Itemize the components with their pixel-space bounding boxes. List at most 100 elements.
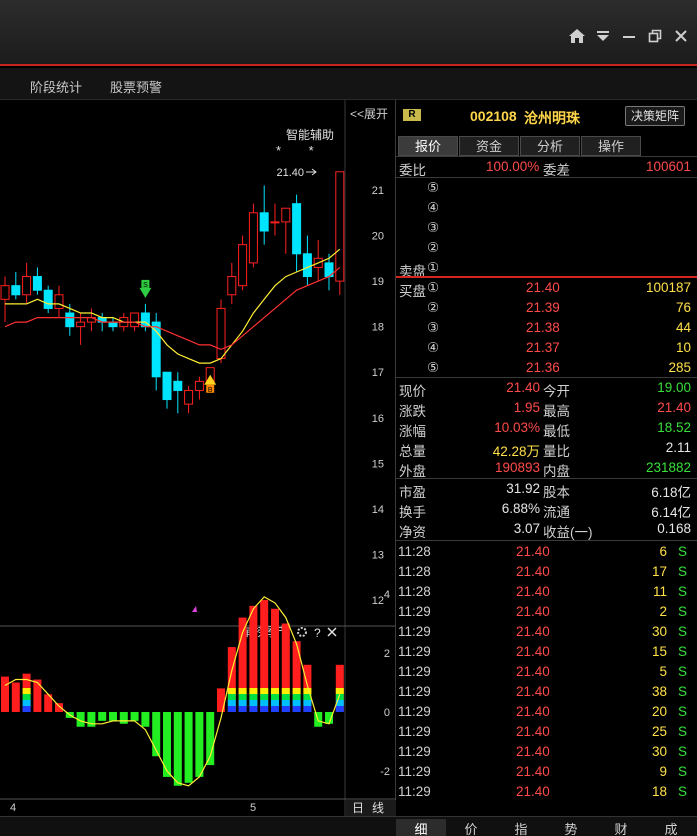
tick-volume: 25 xyxy=(651,724,667,739)
candle-body xyxy=(130,312,140,328)
finance-row: 净资 3.07 收益(一) 0.168 xyxy=(396,519,697,540)
decision-matrix-button[interactable]: 决策矩阵 xyxy=(625,106,685,126)
stat-value: 10.03% xyxy=(494,420,540,435)
sell-level-number: ① xyxy=(427,260,440,275)
tab-finance[interactable]: 财 xyxy=(596,819,646,836)
window-controls xyxy=(567,26,691,46)
buy-level-row: ④ 21.37 10 xyxy=(396,338,697,358)
tab-index[interactable]: 指 xyxy=(496,819,546,836)
candle-body xyxy=(238,244,248,287)
price-axis-label: 15 xyxy=(372,458,384,470)
indicator-bar-band xyxy=(238,706,247,712)
tab-quote[interactable]: 报价 xyxy=(398,136,458,156)
minimize-icon[interactable] xyxy=(619,26,639,46)
price-axis-label: 12 xyxy=(372,595,384,607)
tab-detail[interactable]: 细 xyxy=(396,819,446,836)
period-button-day[interactable]: 日 xyxy=(352,801,364,815)
stock-header: R 002108 沧州明珠 决策矩阵 xyxy=(396,100,697,130)
menu-item-stage-stats[interactable]: 阶段统计 xyxy=(30,77,82,96)
candle-body xyxy=(184,389,194,405)
close-icon[interactable] xyxy=(671,26,691,46)
tab-trend[interactable]: 势 xyxy=(546,819,596,836)
candle-body xyxy=(0,285,10,300)
indicator-bar-band xyxy=(271,700,279,706)
buy-level-row: ③ 21.38 44 xyxy=(396,318,697,338)
panel-tabs: 报价 资金 分析 操作 xyxy=(398,136,642,156)
sell-signal-arrow-icon xyxy=(139,287,152,298)
indicator-bar-down xyxy=(141,712,150,727)
tick-price: 21.40 xyxy=(516,564,550,579)
tick-row[interactable]: 11:28 21.40 17 S xyxy=(396,562,697,582)
tick-time: 11:29 xyxy=(398,704,431,719)
tick-volume: 18 xyxy=(651,784,667,799)
tick-row[interactable]: 11:29 21.40 38 S xyxy=(396,682,697,702)
tick-row[interactable]: 11:29 21.40 20 S xyxy=(396,702,697,722)
tick-price: 21.40 xyxy=(516,744,550,759)
gear-icon[interactable] xyxy=(297,627,307,637)
tick-time: 11:29 xyxy=(398,664,431,679)
menu-bar: 阶段统计 股票预警 xyxy=(0,68,697,100)
tick-row[interactable]: 11:28 21.40 6 S xyxy=(396,542,697,562)
tick-side: S xyxy=(677,544,687,559)
buy-level-number: ① xyxy=(427,280,440,295)
dropdown-icon[interactable] xyxy=(593,26,613,46)
indicator-bar-band xyxy=(249,694,258,700)
period-button-line[interactable]: 线 xyxy=(372,801,384,815)
tick-row[interactable]: 11:29 21.40 15 S xyxy=(396,642,697,662)
indicator-bar-band xyxy=(227,706,236,712)
buy-label: 买盘 xyxy=(399,284,426,299)
help-icon[interactable]: ? xyxy=(314,626,321,640)
indicator-bar-band xyxy=(22,688,31,694)
close-icon[interactable] xyxy=(327,627,337,637)
candle-body xyxy=(335,171,345,282)
restore-icon[interactable] xyxy=(645,26,665,46)
tick-side: S xyxy=(677,564,687,579)
home-icon[interactable] xyxy=(567,26,587,46)
tick-row[interactable]: 11:29 21.40 2 S xyxy=(396,602,697,622)
tick-row[interactable]: 11:29 21.40 9 S xyxy=(396,762,697,782)
tick-row[interactable]: 11:29 21.40 18 S xyxy=(396,782,697,802)
indicator-axis-label: 2 xyxy=(384,648,390,660)
kline-chart-area[interactable]: 21201918171615141312智能辅助* *21.40SB捕捞季节?4… xyxy=(0,100,396,816)
stat-label: 今开 xyxy=(543,384,570,399)
tick-side: S xyxy=(677,584,687,599)
tab-analysis[interactable]: 分析 xyxy=(520,136,580,156)
price-axis-label: 13 xyxy=(372,549,384,561)
price-axis-label: 17 xyxy=(372,367,384,379)
kline-chart-svg[interactable]: 21201918171615141312智能辅助* *21.40SB捕捞季节?4… xyxy=(0,100,396,816)
indicator-bar-band xyxy=(335,706,344,712)
candle-body xyxy=(194,380,204,391)
tick-row[interactable]: 11:29 21.40 30 S xyxy=(396,742,697,762)
finance-label: 净资 xyxy=(399,525,426,540)
menu-item-stock-alert[interactable]: 股票预警 xyxy=(110,77,162,96)
tick-row[interactable]: 11:29 21.40 5 S xyxy=(396,662,697,682)
buy-level-price: 21.39 xyxy=(526,300,560,315)
tab-funds[interactable]: 资金 xyxy=(459,136,519,156)
indicator-bar-up xyxy=(11,682,20,712)
price-arrow-icon xyxy=(306,168,317,176)
indicator-bar-band xyxy=(22,700,31,706)
tick-time: 11:29 xyxy=(398,684,431,699)
indicator-axis-label: -2 xyxy=(380,766,390,778)
tick-side: S xyxy=(677,684,687,699)
tab-volume[interactable]: 成 xyxy=(646,819,696,836)
tick-time: 11:29 xyxy=(398,724,431,739)
tab-price[interactable]: 价 xyxy=(446,819,496,836)
expand-button[interactable]: <<展开 xyxy=(350,105,388,122)
tick-time: 11:29 xyxy=(398,644,431,659)
buy-level-price: 21.38 xyxy=(526,320,560,335)
tick-row[interactable]: 11:29 21.40 25 S xyxy=(396,722,697,742)
stat-value: 21.40 xyxy=(506,380,540,395)
date-label: 4 xyxy=(10,802,16,814)
stat-row: 外盘 190893 内盘 231882 xyxy=(396,458,697,479)
tick-row[interactable]: 11:28 21.40 11 S xyxy=(396,582,697,602)
tick-time: 11:29 xyxy=(398,744,431,759)
stat-label: 最高 xyxy=(543,404,570,419)
tick-row[interactable]: 11:29 21.40 30 S xyxy=(396,622,697,642)
stat-label: 最低 xyxy=(543,424,570,439)
finance-label: 流通 xyxy=(543,505,570,520)
indicator-bar-down xyxy=(98,712,107,721)
tab-operation[interactable]: 操作 xyxy=(581,136,641,156)
stat-label: 外盘 xyxy=(399,464,426,479)
smart-assist-label[interactable]: 智能辅助 xyxy=(286,127,334,142)
